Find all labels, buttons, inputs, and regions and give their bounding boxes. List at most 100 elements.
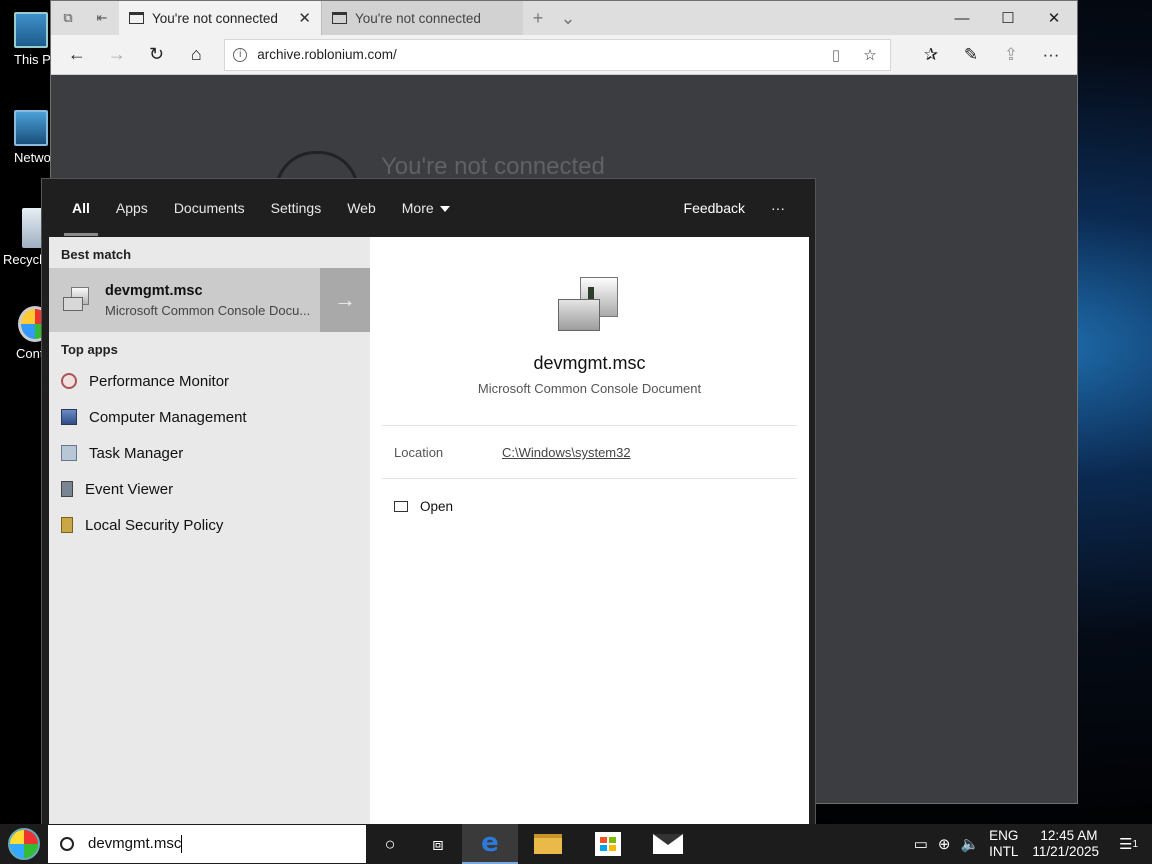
event-viewer-icon [61,481,73,497]
filter-tab-all[interactable]: All [64,200,98,236]
arrow-right-icon[interactable]: → [320,268,370,332]
open-label: Open [420,499,454,514]
divider [382,425,797,426]
tablet-mode-icon[interactable]: ▭ [914,835,928,853]
notes-pen-icon[interactable]: ✎ [951,45,991,65]
taskbar-search-box[interactable]: devmgmt.msc [48,825,366,863]
app-item-computer-management[interactable]: Computer Management [49,399,370,435]
language-bottom: INTL [989,844,1019,859]
back-icon[interactable]: ← [57,38,97,72]
best-match-item[interactable]: devmgmt.msc Microsoft Common Console Doc… [49,268,370,332]
more-options-icon[interactable]: ··· [1031,45,1071,65]
reading-view-icon[interactable]: ▯ [824,46,848,64]
minimize-button[interactable]: — [939,1,985,35]
share-icon[interactable]: ⇪ [991,45,1031,65]
task-view-icon[interactable]: ⧈ [414,824,462,864]
favorite-star-icon[interactable]: ☆ [858,46,882,64]
location-link[interactable]: C:\Windows\system32 [502,445,631,460]
results-list: Best match devmgmt.msc Microsoft Common … [49,237,370,827]
edge-icon[interactable]: e [462,824,518,864]
tab-bar: ⧉ ⇤ You're not connected ✕ You're not co… [51,1,1077,35]
close-tab-icon[interactable]: ✕ [298,9,311,27]
open-icon [394,501,408,512]
task-manager-icon [61,445,77,461]
tab-title: You're not connected [355,10,481,26]
search-panel: All Apps Documents Settings Web More Fee… [41,178,816,827]
app-item-local-security-policy[interactable]: Local Security Policy [49,507,370,543]
best-match-main[interactable]: devmgmt.msc Microsoft Common Console Doc… [49,268,320,332]
desktop-icon-label: This PC [14,52,50,67]
maximize-button[interactable]: ☐ [985,1,1031,35]
detail-subtitle: Microsoft Common Console Document [477,381,702,396]
feedback-button[interactable]: Feedback [684,200,745,216]
filter-tab-apps[interactable]: Apps [116,200,148,216]
filter-tab-settings[interactable]: Settings [271,200,322,216]
forward-icon[interactable]: → [97,38,137,72]
more-label: More [401,200,434,216]
app-item-label: Performance Monitor [89,372,230,390]
chevron-down-icon[interactable]: ⌄ [553,1,583,35]
system-tray: ▭ ⊕ 🔈 ENG 12:45 AM INTL 11/21/2025 ☰ 1 [914,828,1152,860]
network-icon [14,110,48,146]
text-cursor [181,835,183,854]
address-bar[interactable]: i archive.roblonium.com/ ▯ ☆ [224,38,891,71]
divider [382,478,797,479]
top-apps-header: Top apps [61,342,118,357]
taskbar: devmgmt.msc ○ ⧈ e ▭ ⊕ 🔈 ENG 12:45 AM INTL… [0,824,1152,864]
desktop-icon-label: Network [14,150,50,165]
filter-tab-more[interactable]: More [402,200,450,216]
filter-tab-documents[interactable]: Documents [174,200,245,216]
url-text[interactable]: archive.roblonium.com/ [257,47,814,62]
page-icon [129,12,144,24]
search-icon [60,837,74,851]
best-match-header: Best match [61,247,132,262]
more-options-icon[interactable]: ··· [771,200,785,216]
mail-icon[interactable] [638,824,698,864]
time-text: 12:45 AM [1040,828,1098,843]
performance-monitor-icon [61,373,77,389]
info-icon[interactable]: i [233,47,248,62]
filter-tab-web[interactable]: Web [347,200,376,216]
browser-tab[interactable]: You're not connected [321,1,523,35]
app-item-task-manager[interactable]: Task Manager [49,435,370,471]
tab-title: You're not connected [152,10,278,26]
best-match-title: devmgmt.msc [105,282,203,299]
file-explorer-icon[interactable] [518,824,578,864]
set-aside-tabs-icon[interactable]: ⇤ [85,1,119,35]
home-icon[interactable]: ⌂ [176,38,216,72]
action-center-icon[interactable]: ☰ [1119,835,1132,853]
computer-icon [14,12,48,48]
new-tab-icon[interactable]: + [523,1,553,35]
volume-muted-icon[interactable]: 🔈 [960,835,979,853]
close-button[interactable]: ✕ [1031,1,1077,35]
search-filter-bar: All Apps Documents Settings Web More Fee… [42,179,815,237]
browser-tab-active[interactable]: You're not connected ✕ [119,1,321,35]
language-clock[interactable]: ENG 12:45 AM INTL 11/21/2025 [989,828,1099,860]
result-detail-pane: devmgmt.msc Microsoft Common Console Doc… [370,237,809,827]
tab-preview-icon[interactable]: ⧉ [51,1,85,35]
location-label: Location [394,445,444,460]
app-item-label: Local Security Policy [85,516,224,534]
navigation-bar: ← → ↻ ⌂ i archive.roblonium.com/ ▯ ☆ ✰ ✎… [51,35,1077,75]
caret-down-icon [439,206,450,213]
refresh-icon[interactable]: ↻ [137,38,177,72]
open-action[interactable]: Open [394,499,453,514]
app-item-event-viewer[interactable]: Event Viewer [49,471,370,507]
app-item-label: Computer Management [89,408,247,426]
local-security-policy-icon [61,517,73,533]
toolbar-right: ✰ ✎ ⇪ ··· [911,45,1071,65]
mmc-document-icon [558,277,618,333]
app-item-label: Task Manager [89,444,184,462]
favorites-icon[interactable]: ✰ [911,45,951,65]
app-item-performance-monitor[interactable]: Performance Monitor [49,363,370,399]
start-button[interactable] [0,824,48,864]
store-icon[interactable] [578,824,638,864]
desktop-icon-network[interactable]: Network [0,110,50,165]
desktop-icon-this-pc[interactable]: This PC [0,12,50,67]
search-input-text[interactable]: devmgmt.msc [88,835,181,852]
cortana-icon[interactable]: ○ [366,824,414,864]
computer-management-icon [61,409,77,425]
network-globe-icon[interactable]: ⊕ [938,835,951,853]
page-heading: You're not connected [381,153,605,180]
date-text: 11/21/2025 [1032,844,1099,859]
